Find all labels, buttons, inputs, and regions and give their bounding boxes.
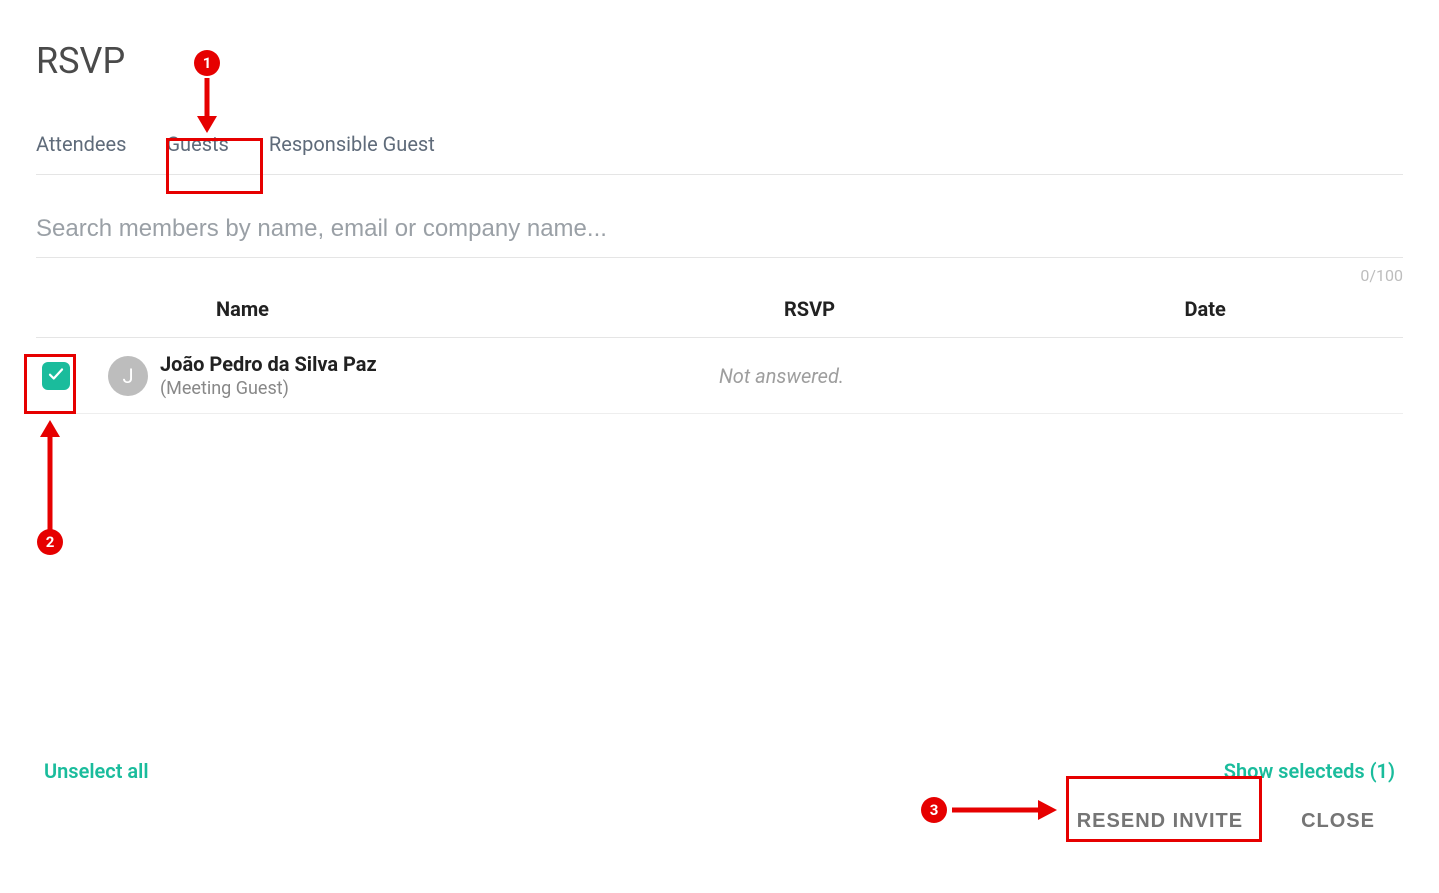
table-row: J João Pedro da Silva Paz (Meeting Guest… [36, 338, 1403, 414]
tab-guests[interactable]: Guests [166, 122, 228, 174]
check-icon [47, 365, 65, 387]
dialog-actions: RESEND INVITE CLOSE [1063, 790, 1389, 853]
tab-attendees[interactable]: Attendees [36, 122, 126, 174]
tab-bar: Attendees Guests Responsible Guest [36, 122, 1403, 175]
row-checkbox[interactable] [42, 362, 70, 390]
table-header: Name RSVP Date [36, 289, 1403, 338]
name-cell: João Pedro da Silva Paz (Meeting Guest) [148, 352, 574, 399]
search-counter: 0/100 [36, 266, 1403, 285]
header-rsvp: RSVP [612, 297, 1008, 321]
header-name: Name [96, 297, 612, 321]
unselect-all-link[interactable]: Unselect all [44, 759, 149, 783]
selection-links: Unselect all Show selecteds (1) [44, 759, 1395, 783]
avatar: J [108, 356, 148, 396]
annotation-badge-2: 2 [37, 529, 63, 555]
annotation-arrow-2 [38, 420, 62, 534]
guest-subtitle: (Meeting Guest) [160, 378, 574, 399]
tab-responsible-guest[interactable]: Responsible Guest [269, 122, 435, 174]
show-selected-link[interactable]: Show selecteds (1) [1224, 759, 1395, 783]
header-date: Date [1007, 297, 1403, 321]
annotation-badge-3: 3 [921, 797, 947, 823]
rsvp-dialog: RSVP Attendees Guests Responsible Guest … [0, 0, 1439, 893]
guest-name: João Pedro da Silva Paz [160, 352, 574, 376]
avatar-initial: J [122, 364, 133, 388]
search-input[interactable] [36, 205, 1403, 258]
resend-invite-button[interactable]: RESEND INVITE [1063, 790, 1257, 853]
close-button[interactable]: CLOSE [1287, 790, 1389, 853]
dialog-title: RSVP [36, 40, 1403, 82]
annotation-arrow-3 [952, 798, 1057, 826]
rsvp-status: Not answered. [574, 364, 988, 388]
